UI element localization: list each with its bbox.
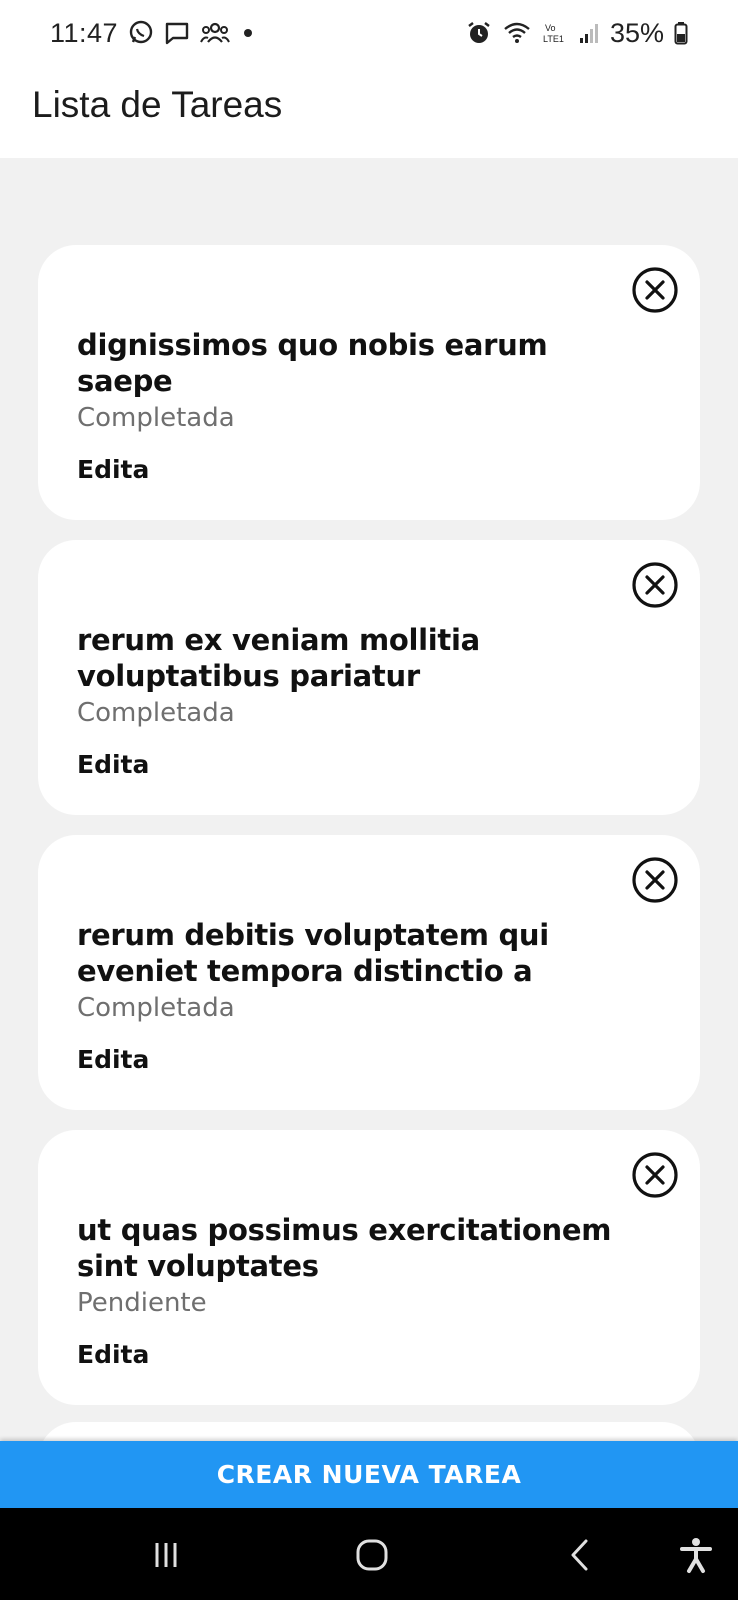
close-circle-icon — [632, 267, 678, 313]
delete-task-button[interactable] — [630, 560, 680, 610]
screen: 11:47 Vo LTE1 35% Lista de Tareas dignis… — [0, 0, 738, 1600]
task-card: ut quas possimus exercitationem sint vol… — [38, 1130, 700, 1405]
notification-dot-icon — [240, 25, 256, 41]
back-icon[interactable] — [555, 1530, 605, 1580]
task-title: dignissimos quo nobis earum saepe — [77, 328, 548, 398]
task-title: rerum ex veniam mollitia voluptatibus pa… — [77, 623, 480, 693]
task-status: Completada — [77, 698, 235, 728]
task-title: rerum debitis voluptatem qui eveniet tem… — [77, 918, 549, 988]
task-status: Completada — [77, 403, 235, 433]
accessibility-icon[interactable] — [671, 1530, 721, 1580]
edit-task-button[interactable]: Edita — [77, 455, 149, 484]
close-circle-icon — [632, 562, 678, 608]
task-list: dignissimos quo nobis earum saepe Comple… — [38, 245, 700, 1425]
status-time: 11:47 — [50, 17, 119, 48]
wifi-icon — [502, 20, 532, 46]
volte-icon: Vo LTE1 — [542, 20, 568, 46]
task-card: dignissimos quo nobis earum saepe Comple… — [38, 245, 700, 520]
task-title: ut quas possimus exercitationem sint vol… — [77, 1213, 612, 1283]
create-task-button[interactable]: CREAR NUEVA TAREA — [0, 1441, 738, 1508]
close-circle-icon — [632, 1152, 678, 1198]
app-bar: Lista de Tareas — [0, 66, 738, 158]
status-bar: 11:47 Vo LTE1 35% — [0, 0, 738, 66]
svg-text:LTE1: LTE1 — [543, 34, 564, 44]
task-status: Pendiente — [77, 1288, 207, 1318]
edit-task-button[interactable]: Edita — [77, 1340, 149, 1369]
task-card: rerum debitis voluptatem qui eveniet tem… — [38, 835, 700, 1110]
signal-icon — [578, 20, 600, 46]
delete-task-button[interactable] — [630, 265, 680, 315]
status-right: Vo LTE1 35% — [466, 18, 688, 49]
task-card: rerum ex veniam mollitia voluptatibus pa… — [38, 540, 700, 815]
page-title: Lista de Tareas — [32, 84, 283, 125]
group-icon — [200, 20, 230, 46]
recent-apps-icon[interactable] — [141, 1530, 191, 1580]
battery-percent: 35% — [609, 17, 664, 48]
task-status: Completada — [77, 993, 235, 1023]
message-icon — [164, 20, 190, 46]
close-circle-icon — [632, 857, 678, 903]
delete-task-button[interactable] — [630, 855, 680, 905]
delete-task-button[interactable] — [630, 1150, 680, 1200]
edit-task-button[interactable]: Edita — [77, 750, 149, 779]
edit-task-button[interactable]: Edita — [77, 1045, 149, 1074]
system-nav-bar — [0, 1508, 738, 1600]
battery-icon — [674, 20, 688, 46]
status-left: 11:47 — [50, 18, 256, 49]
svg-text:Vo: Vo — [545, 23, 556, 33]
whatsapp-icon — [128, 20, 154, 46]
home-icon[interactable] — [347, 1530, 397, 1580]
alarm-icon — [466, 20, 492, 46]
